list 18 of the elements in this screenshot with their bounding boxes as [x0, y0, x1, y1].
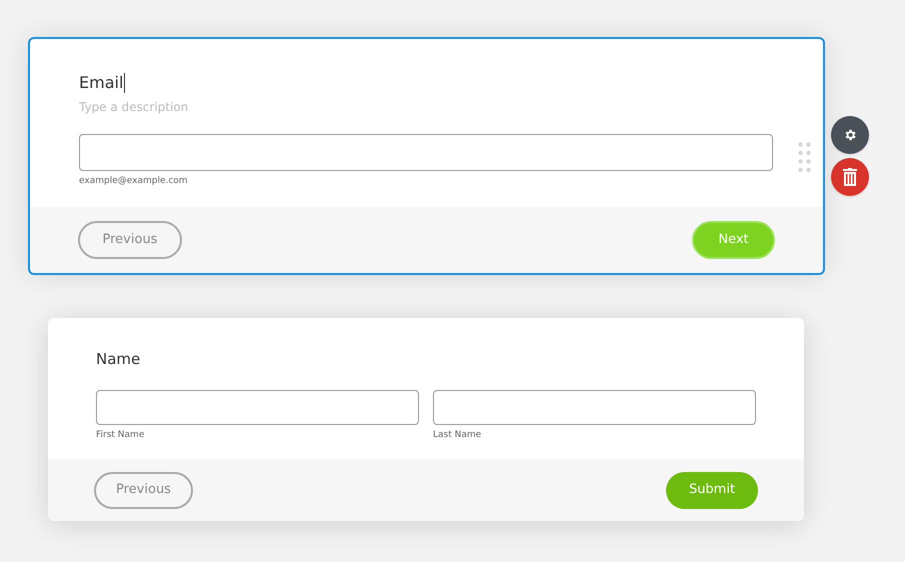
- field-sublabel: example@example.com: [79, 175, 188, 188]
- field-sublabel: Last Name: [433, 428, 482, 442]
- previous-button[interactable]: Previous: [94, 472, 193, 508]
- text-input[interactable]: [96, 390, 419, 424]
- trash-icon: [843, 168, 857, 186]
- question-title[interactable]: Name: [96, 348, 756, 372]
- question-title[interactable]: Email: [79, 71, 773, 95]
- previous-button[interactable]: Previous: [78, 220, 182, 258]
- description-field[interactable]: Type a description: [79, 98, 379, 116]
- text-input[interactable]: [79, 134, 773, 171]
- text-input[interactable]: [433, 390, 756, 424]
- settings-icon: [843, 128, 857, 142]
- field-sublabel: First Name: [96, 428, 144, 442]
- drag-handle-icon[interactable]: [798, 142, 811, 172]
- next-button[interactable]: Next: [692, 220, 775, 258]
- settings-button[interactable]: [831, 116, 869, 154]
- submit-button[interactable]: Submit: [666, 472, 758, 508]
- delete-button[interactable]: [831, 158, 869, 196]
